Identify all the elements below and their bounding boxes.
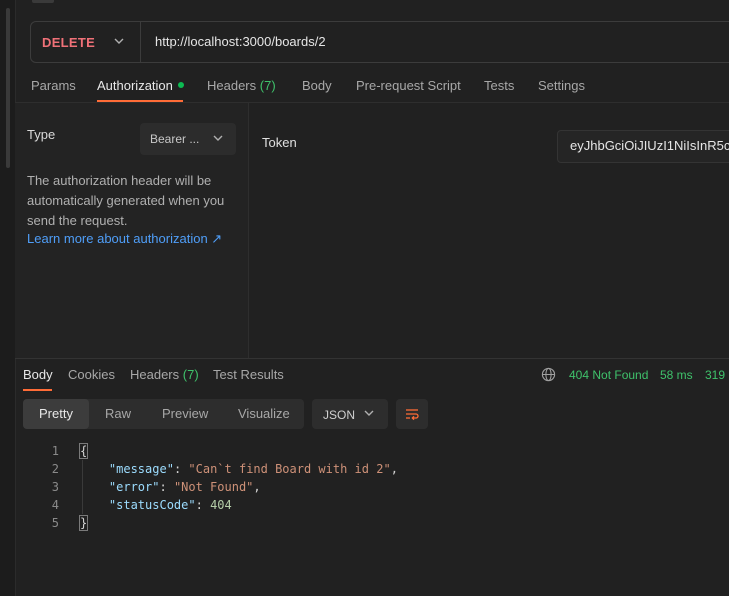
response-tab-cookies[interactable]: Cookies [68,367,115,382]
chevron-down-icon[interactable] [114,36,124,46]
json-key: "message" [108,462,174,476]
line-number: 1 [51,444,59,458]
chevron-down-icon [364,410,374,416]
json-key: "statusCode" [108,498,196,512]
headers-count: (7) [259,78,276,93]
word-wrap-button[interactable] [396,399,428,429]
learn-more-link[interactable]: Learn more about authorization ↗ [27,231,222,247]
chevron-down-icon [213,135,223,141]
response-tab-body[interactable]: Body [23,367,53,382]
status-code[interactable]: 404 Not Found [569,368,648,382]
view-visualize-button[interactable]: Visualize [238,406,290,421]
auth-type-value: Bearer ... [150,132,200,146]
auth-type-label: Type [27,127,56,142]
code-line: "message": "Can`t find Board with id 2", [108,462,398,476]
scrollbar-thumb[interactable] [6,8,10,168]
view-preview-button[interactable]: Preview [162,406,208,421]
panel-divider[interactable] [248,103,249,358]
response-headers-label: Headers [130,367,180,382]
code-line: { [78,443,89,459]
word-wrap-icon [406,409,419,421]
response-size[interactable]: 319 B [705,368,729,382]
active-dot-icon [177,82,184,88]
url-separator [140,22,141,62]
view-raw-button[interactable]: Raw [105,406,131,421]
json-number: 404 [210,498,232,512]
tab-body[interactable]: Body [302,78,332,93]
line-number: 5 [51,516,59,530]
sidebar-scrollbar[interactable] [0,0,16,596]
json-string: "Can`t find Board with id 2" [188,462,391,476]
tab-headers[interactable]: Headers (7) [207,78,276,93]
format-value: JSON [323,408,356,422]
tab-settings[interactable]: Settings [538,78,585,93]
response-tab-test-results[interactable]: Test Results [213,367,284,382]
tab-authorization-label: Authorization [97,78,173,93]
view-pretty-button[interactable]: Pretty [39,406,73,421]
auth-description: The authorization header will be automat… [27,173,225,228]
code-line: "statusCode": 404 [108,498,232,512]
json-close-brace: } [78,515,89,531]
code-line: } [78,515,89,531]
response-time[interactable]: 58 ms [660,368,693,382]
globe-icon[interactable] [541,367,556,382]
response-divider[interactable] [15,358,729,359]
tab-pre-request-script[interactable]: Pre-request Script [356,78,461,93]
url-bar [30,21,729,63]
json-key: "error" [108,480,160,494]
token-value: eyJhbGciOiJIUzI1NiIsInR5cC [570,138,729,153]
active-tab-underline [23,389,52,391]
token-label: Token [262,135,297,150]
json-open-brace: { [78,443,89,459]
code-line: "error": "Not Found", [108,480,261,494]
json-string: "Not Found" [173,480,254,494]
tab-indicator [32,0,54,3]
method-selector[interactable]: DELETE [42,35,95,50]
tab-params[interactable]: Params [31,78,76,93]
url-input[interactable]: http://localhost:3000/boards/2 [155,34,326,49]
line-number: 4 [51,498,59,512]
tab-authorization[interactable]: Authorization [97,78,184,93]
line-number: 3 [51,480,59,494]
response-tab-headers[interactable]: Headers (7) [130,367,199,382]
tab-tests[interactable]: Tests [484,78,514,93]
tab-headers-label: Headers [207,78,257,93]
response-headers-count: (7) [182,367,199,382]
line-number: 2 [51,462,59,476]
